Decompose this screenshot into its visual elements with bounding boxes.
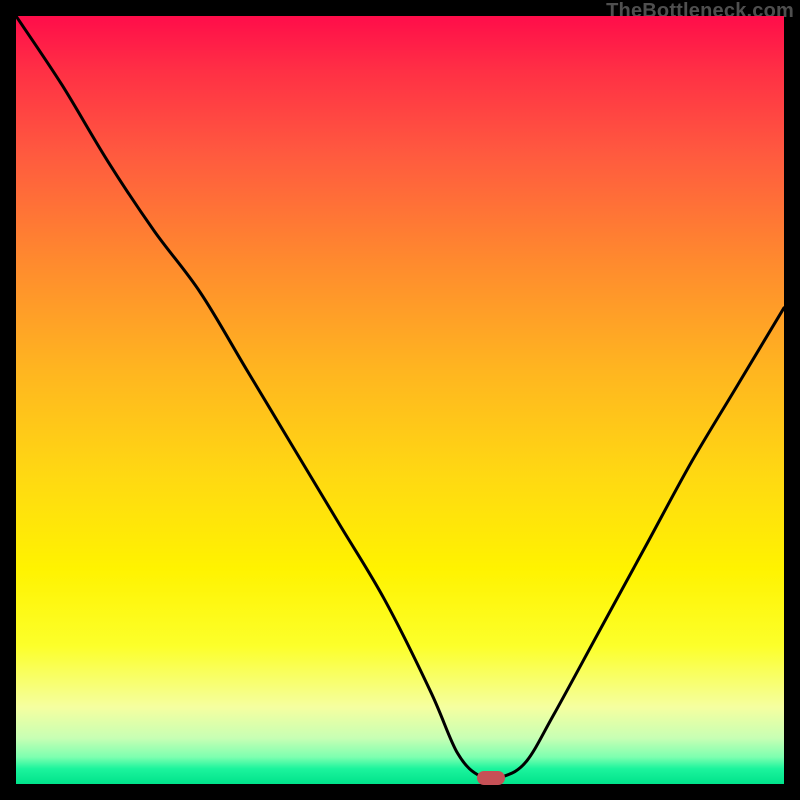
optimal-point-marker xyxy=(477,771,505,785)
bottleneck-plot xyxy=(16,16,784,784)
curve-layer xyxy=(16,16,784,784)
chart-frame: TheBottleneck.com xyxy=(0,0,800,800)
bottleneck-curve-path xyxy=(16,16,784,779)
